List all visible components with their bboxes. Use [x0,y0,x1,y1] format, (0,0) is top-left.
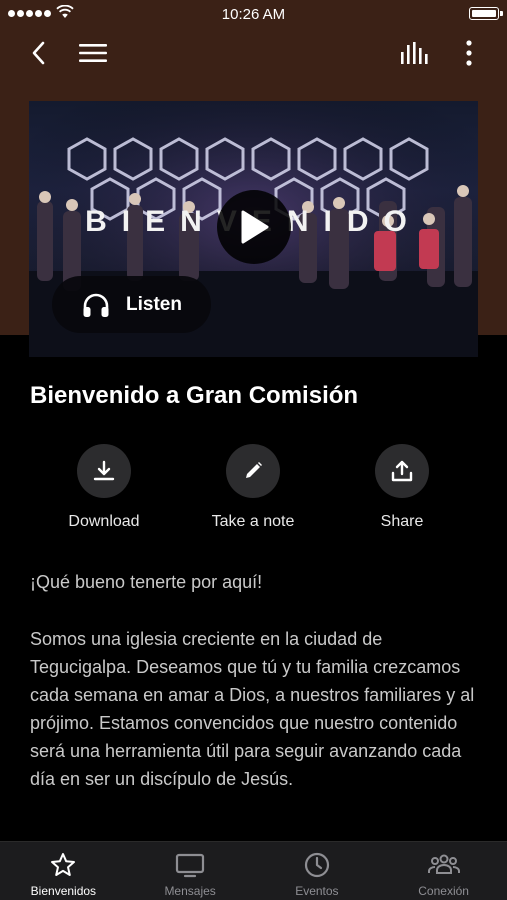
download-circle [77,444,131,498]
share-circle [375,444,429,498]
download-icon [93,460,115,481]
tv-icon [176,853,205,878]
people-icon [427,854,460,874]
take-note-button[interactable]: Take a note [178,444,328,531]
pencil-icon [246,462,262,478]
tab-label-mensajes: Mensajes [164,884,216,898]
menu-button[interactable] [76,36,110,70]
status-time: 10:26 AM [221,6,286,23]
listen-label: Listen [126,293,182,315]
tab-label-conexion: Conexión [418,884,469,898]
listen-button[interactable]: Listen [52,276,211,333]
take-note-circle [226,444,280,498]
star-icon [51,853,76,876]
tab-mensajes[interactable]: Mensajes [127,842,254,900]
video-player[interactable]: BIENVENIDO Listen [29,101,478,357]
take-note-label: Take a note [211,513,295,530]
hamburger-icon [79,44,107,62]
tab-bar: Bienvenidos Mensajes Eventos Conexión [0,841,507,900]
stats-button[interactable] [398,36,432,70]
more-options-button[interactable] [452,36,486,70]
clock-icon [304,852,329,878]
more-vertical-icon [466,40,472,66]
status-bar: 10:26 AM [0,0,507,28]
chevron-left-icon [32,41,45,65]
tab-label-bienvenidos: Bienvenidos [30,884,97,898]
tab-eventos[interactable]: Eventos [254,842,381,900]
battery-icon [469,7,503,20]
bar-chart-icon [401,42,428,64]
tab-label-eventos: Eventos [295,884,339,898]
play-button[interactable] [217,190,291,264]
headphones-icon [83,293,109,317]
back-button[interactable] [22,36,56,70]
share-button[interactable]: Share [327,444,477,531]
greeting-text: ¡Qué bueno tenerte por aquí! [30,572,263,592]
share-label: Share [380,513,424,530]
tab-conexion[interactable]: Conexión [380,842,507,900]
play-icon [241,210,269,244]
tab-bienvenidos[interactable]: Bienvenidos [0,842,127,900]
download-button[interactable]: Download [29,444,179,531]
share-icon [391,460,413,482]
description-text: Somos una iglesia creciente en la ciudad… [30,629,475,789]
download-label: Download [68,513,140,530]
page-title: Bienvenido a Gran Comisión [30,382,359,409]
